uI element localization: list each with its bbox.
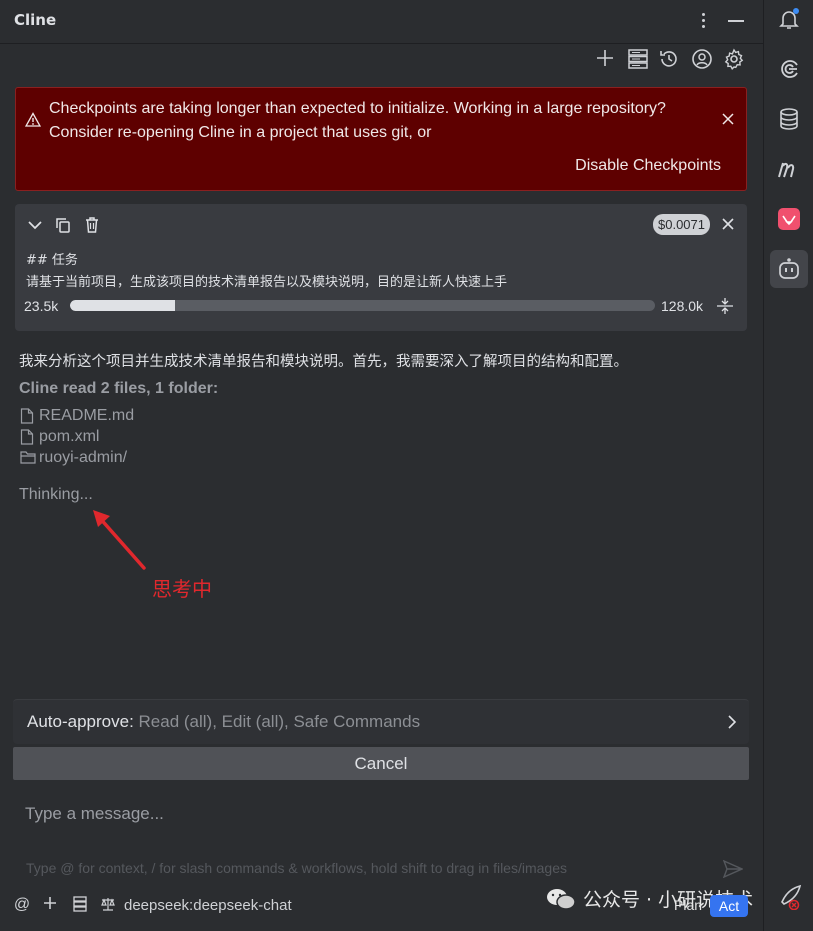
rules-scale-icon[interactable] [99, 896, 117, 914]
act-mode-option[interactable]: Act [710, 895, 748, 917]
plugin-app-button[interactable] [770, 200, 808, 238]
file-icon [20, 408, 34, 424]
bell-icon [779, 8, 799, 29]
close-icon[interactable] [720, 111, 736, 127]
context-window-fill [70, 300, 176, 311]
file-name: ruoyi-admin/ [39, 449, 128, 466]
folder-icon [20, 451, 36, 464]
file-name: README.md [39, 407, 135, 424]
disable-checkpoints-link[interactable]: Disable Checkpoints [575, 157, 721, 175]
wechat-icon [547, 889, 576, 910]
m-letter-icon [778, 162, 795, 178]
compress-icon[interactable] [716, 297, 734, 315]
send-icon[interactable] [723, 860, 743, 878]
minimize-icon[interactable] [728, 20, 744, 22]
task-heading: ## 任务 [26, 253, 78, 268]
auto-approve-label: Auto-approve: Read (all), Edit (all), Sa… [27, 712, 421, 731]
annotation-label: 思考中 [152, 577, 212, 601]
robot-icon [779, 258, 799, 279]
copy-icon[interactable] [54, 216, 72, 234]
panel-title: Cline [14, 11, 57, 29]
settings-gear-icon[interactable] [723, 48, 747, 72]
checkpoint-warning-banner: Checkpoints are taking longer than expec… [15, 87, 747, 191]
database-icon [780, 108, 798, 130]
panel-header: Cline [0, 0, 763, 44]
database-button[interactable] [770, 100, 808, 138]
ai-assistant-button[interactable] [770, 50, 808, 88]
swirl-icon [781, 60, 798, 78]
notifications-button[interactable] [770, 0, 808, 38]
task-header: $0.0071 ## 任务 请基于当前项目，生成该项目的技术清单报告以及模块说明… [15, 204, 747, 331]
input-hint: Type @ for context, / for slash commands… [26, 860, 567, 876]
warning-icon [25, 112, 41, 127]
mcp-servers-small-icon[interactable] [71, 896, 89, 914]
annotation-arrow [93, 510, 146, 570]
input-placeholder: Type a message... [25, 804, 164, 823]
cline-panel: Cline Checkpoints are taking longer than… [0, 0, 763, 931]
pink-app-icon [778, 208, 800, 230]
file-name: pom.xml [39, 428, 100, 445]
right-activity-bar [763, 0, 813, 931]
plan-act-toggle[interactable]: Plan Act [674, 895, 750, 917]
model-selector[interactable]: deepseek:deepseek-chat [124, 897, 292, 914]
message-input[interactable]: Type a message... Type @ for context, / … [13, 790, 749, 886]
chevron-down-icon[interactable] [26, 216, 44, 234]
thinking-status: Thinking... [19, 486, 93, 503]
file-icon [20, 429, 34, 445]
more-options-icon[interactable] [694, 9, 712, 31]
mcp-servers-icon[interactable] [627, 48, 651, 72]
account-icon[interactable] [691, 48, 715, 72]
auto-approve-bar[interactable]: Auto-approve: Read (all), Edit (all), Sa… [13, 699, 749, 744]
read-files-heading: Cline read 2 files, 1 folder: [19, 380, 219, 397]
new-task-icon[interactable] [595, 48, 619, 72]
file-item[interactable]: ruoyi-admin/ [19, 447, 134, 468]
assistant-reply: 我来分析这个项目并生成技术清单报告和模块说明。首先，我需要深入了解项目的结构和配… [19, 354, 628, 370]
banner-message: Checkpoints are taking longer than expec… [49, 100, 666, 141]
cline-toolbar [0, 48, 763, 74]
rocket-icon[interactable] [778, 884, 804, 910]
cancel-button[interactable]: Cancel [13, 747, 749, 780]
read-files-list: README.md pom.xml ruoyi-admin/ [19, 405, 134, 468]
close-task-icon[interactable] [720, 216, 736, 232]
chevron-right-icon [728, 715, 737, 729]
cost-badge: $0.0071 [653, 214, 710, 235]
plan-mode-option[interactable]: Plan [674, 897, 702, 913]
cline-button[interactable] [770, 250, 808, 288]
context-window-bar [70, 300, 655, 311]
add-files-icon[interactable] [41, 896, 59, 914]
file-item[interactable]: README.md [19, 405, 134, 426]
at-mention-icon[interactable]: @ [13, 896, 31, 914]
task-text: 请基于当前项目，生成该项目的技术清单报告以及模块说明，目的是让新人快速上手 [26, 275, 508, 290]
tokens-used: 23.5k [24, 298, 59, 314]
file-item[interactable]: pom.xml [19, 426, 134, 447]
history-icon[interactable] [658, 48, 682, 72]
m-plugin-button[interactable] [770, 150, 808, 188]
tokens-max: 128.0k [661, 298, 704, 314]
trash-icon[interactable] [83, 216, 101, 234]
